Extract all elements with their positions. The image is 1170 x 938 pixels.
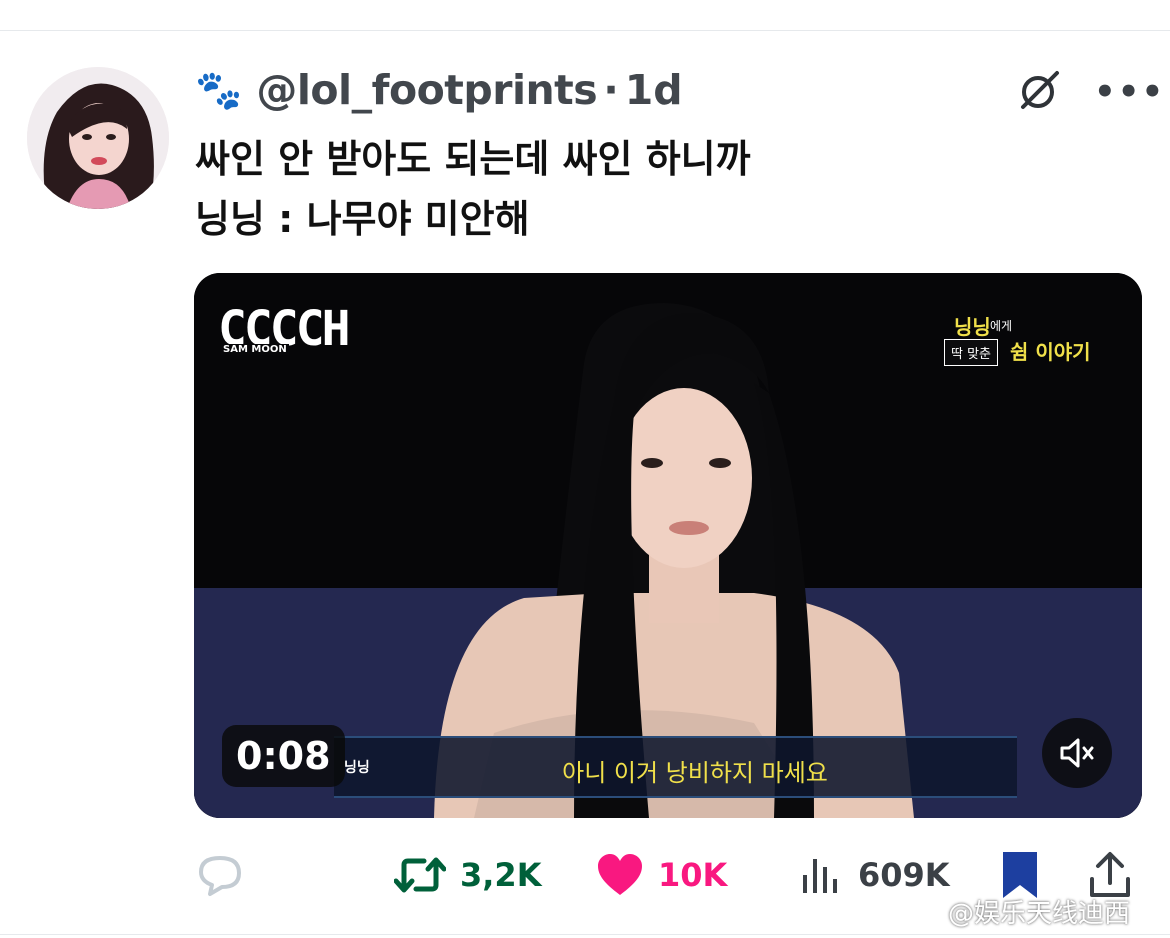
top-divider (0, 30, 1170, 31)
user-handle[interactable]: @lol_footprints (256, 66, 597, 114)
corner-caption-top-small: 에게 (990, 319, 1013, 333)
retweet-count: 3,2K (460, 856, 542, 894)
tweet-text-line-2: 닝닝 : 나무야 미안해 (195, 197, 530, 241)
reply-icon (199, 856, 241, 896)
tweet-text-line-1: 싸인 안 받아도 되는데 싸인 하니까 (195, 137, 751, 181)
like-count: 10K (658, 856, 728, 894)
video-player[interactable]: CCCCH SAM MOON 닝닝 에게 딱 맞춘 쉼 이야기 닝닝 아니 이거… (194, 273, 1142, 818)
tweet-header: 🐾 @lol_footprints · 1d (195, 62, 683, 118)
tweet-age[interactable]: 1d (625, 66, 683, 114)
volume-muted-icon[interactable] (1042, 718, 1112, 788)
watermark-text: @娱乐天线迪西 (948, 899, 1131, 929)
avatar[interactable] (27, 67, 169, 209)
grok-icon[interactable] (1017, 67, 1063, 113)
more-horizontal-icon[interactable]: ••• (1094, 75, 1165, 109)
corner-caption-box: 딱 맞춘 (944, 339, 999, 366)
share-icon (1090, 852, 1130, 897)
corner-caption-bottom: 쉼 이야기 (1010, 340, 1091, 364)
channel-logo-sub: SAM MOON (221, 344, 289, 355)
weibo-watermark: @娱乐天线迪西 (900, 893, 1130, 930)
bottom-divider (0, 934, 1170, 935)
heart-icon (598, 854, 642, 895)
paw-prints-emoji: 🐾 (195, 68, 243, 112)
like-button[interactable]: 10K (596, 845, 727, 905)
separator-dot: · (603, 66, 619, 114)
video-timestamp: 0:08 (222, 725, 345, 787)
retweet-icon (394, 857, 446, 893)
corner-caption: 닝닝 에게 딱 맞춘 쉼 이야기 (944, 311, 1104, 371)
views-count: 609K (858, 856, 950, 894)
weibo-logo-icon (901, 897, 946, 928)
retweet-button[interactable]: 3,2K (394, 845, 541, 905)
views-icon (803, 859, 837, 893)
reply-button[interactable] (196, 845, 244, 905)
corner-caption-top: 닝닝 (954, 315, 991, 339)
